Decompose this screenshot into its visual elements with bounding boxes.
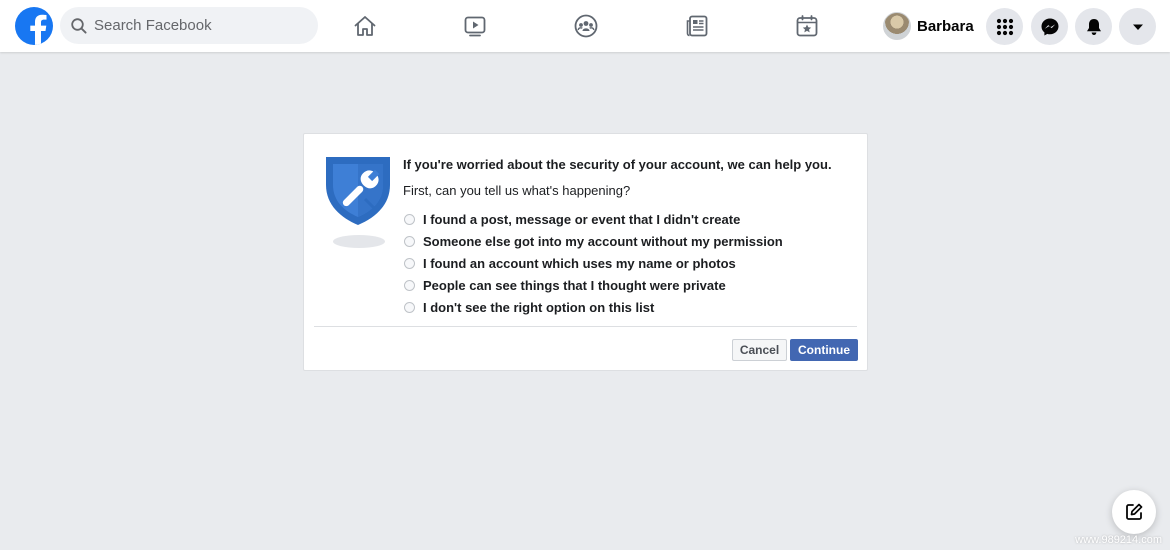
shield-wrench-icon	[326, 157, 390, 225]
newspaper-icon	[686, 15, 708, 37]
radio-button[interactable]	[404, 213, 415, 225]
compose-icon	[1126, 503, 1143, 520]
search-bar[interactable]	[60, 7, 318, 44]
shield-shadow	[333, 235, 385, 248]
menu-button[interactable]	[986, 8, 1023, 45]
option-label: I don't see the right option on this lis…	[423, 299, 655, 315]
watermark-text: www.989214.com	[1075, 534, 1162, 546]
profile-shortcut[interactable]: Barbara	[883, 11, 974, 41]
video-play-icon	[464, 16, 486, 37]
messenger-icon	[1041, 18, 1058, 35]
continue-button[interactable]: Continue	[790, 339, 858, 361]
tab-news[interactable]	[667, 6, 727, 46]
search-input[interactable]	[94, 17, 294, 34]
option-label: People can see things that I thought wer…	[423, 277, 726, 293]
option-impersonation[interactable]: I found an account which uses my name or…	[404, 252, 783, 274]
profile-name: Barbara	[917, 17, 974, 35]
option-label: Someone else got into my account without…	[423, 233, 783, 249]
option-label: I found an account which uses my name or…	[423, 255, 736, 271]
option-privacy[interactable]: People can see things that I thought wer…	[404, 274, 783, 296]
calendar-star-icon	[796, 15, 818, 37]
messenger-button[interactable]	[1031, 8, 1068, 45]
option-account-accessed[interactable]: Someone else got into my account without…	[404, 230, 783, 252]
tab-home[interactable]	[335, 6, 395, 46]
dialog-title: If you're worried about the security of …	[403, 157, 832, 172]
radio-button[interactable]	[404, 235, 415, 247]
top-navigation-bar: Barbara	[0, 0, 1170, 52]
facebook-logo-icon[interactable]	[15, 7, 53, 45]
new-message-button[interactable]	[1112, 490, 1156, 534]
radio-button[interactable]	[404, 301, 415, 313]
bell-icon	[1086, 18, 1101, 35]
tab-groups[interactable]	[556, 6, 616, 46]
home-icon	[354, 16, 376, 36]
account-menu-button[interactable]	[1119, 8, 1156, 45]
security-help-dialog: If you're worried about the security of …	[303, 133, 868, 371]
radio-button[interactable]	[404, 257, 415, 269]
dialog-divider	[314, 326, 857, 327]
option-post-not-created[interactable]: I found a post, message or event that I …	[404, 208, 783, 230]
option-other[interactable]: I don't see the right option on this lis…	[404, 296, 783, 318]
search-icon	[70, 17, 88, 35]
cancel-button[interactable]: Cancel	[732, 339, 787, 361]
notifications-button[interactable]	[1075, 8, 1112, 45]
option-list: I found a post, message or event that I …	[404, 208, 783, 318]
tab-events[interactable]	[777, 6, 837, 46]
tab-watch[interactable]	[445, 6, 505, 46]
grid-menu-icon	[996, 18, 1013, 35]
groups-icon	[574, 14, 598, 38]
radio-button[interactable]	[404, 279, 415, 291]
dialog-question: First, can you tell us what's happening?	[403, 183, 631, 198]
avatar	[883, 12, 911, 40]
option-label: I found a post, message or event that I …	[423, 211, 741, 227]
caret-down-icon	[1132, 24, 1143, 30]
